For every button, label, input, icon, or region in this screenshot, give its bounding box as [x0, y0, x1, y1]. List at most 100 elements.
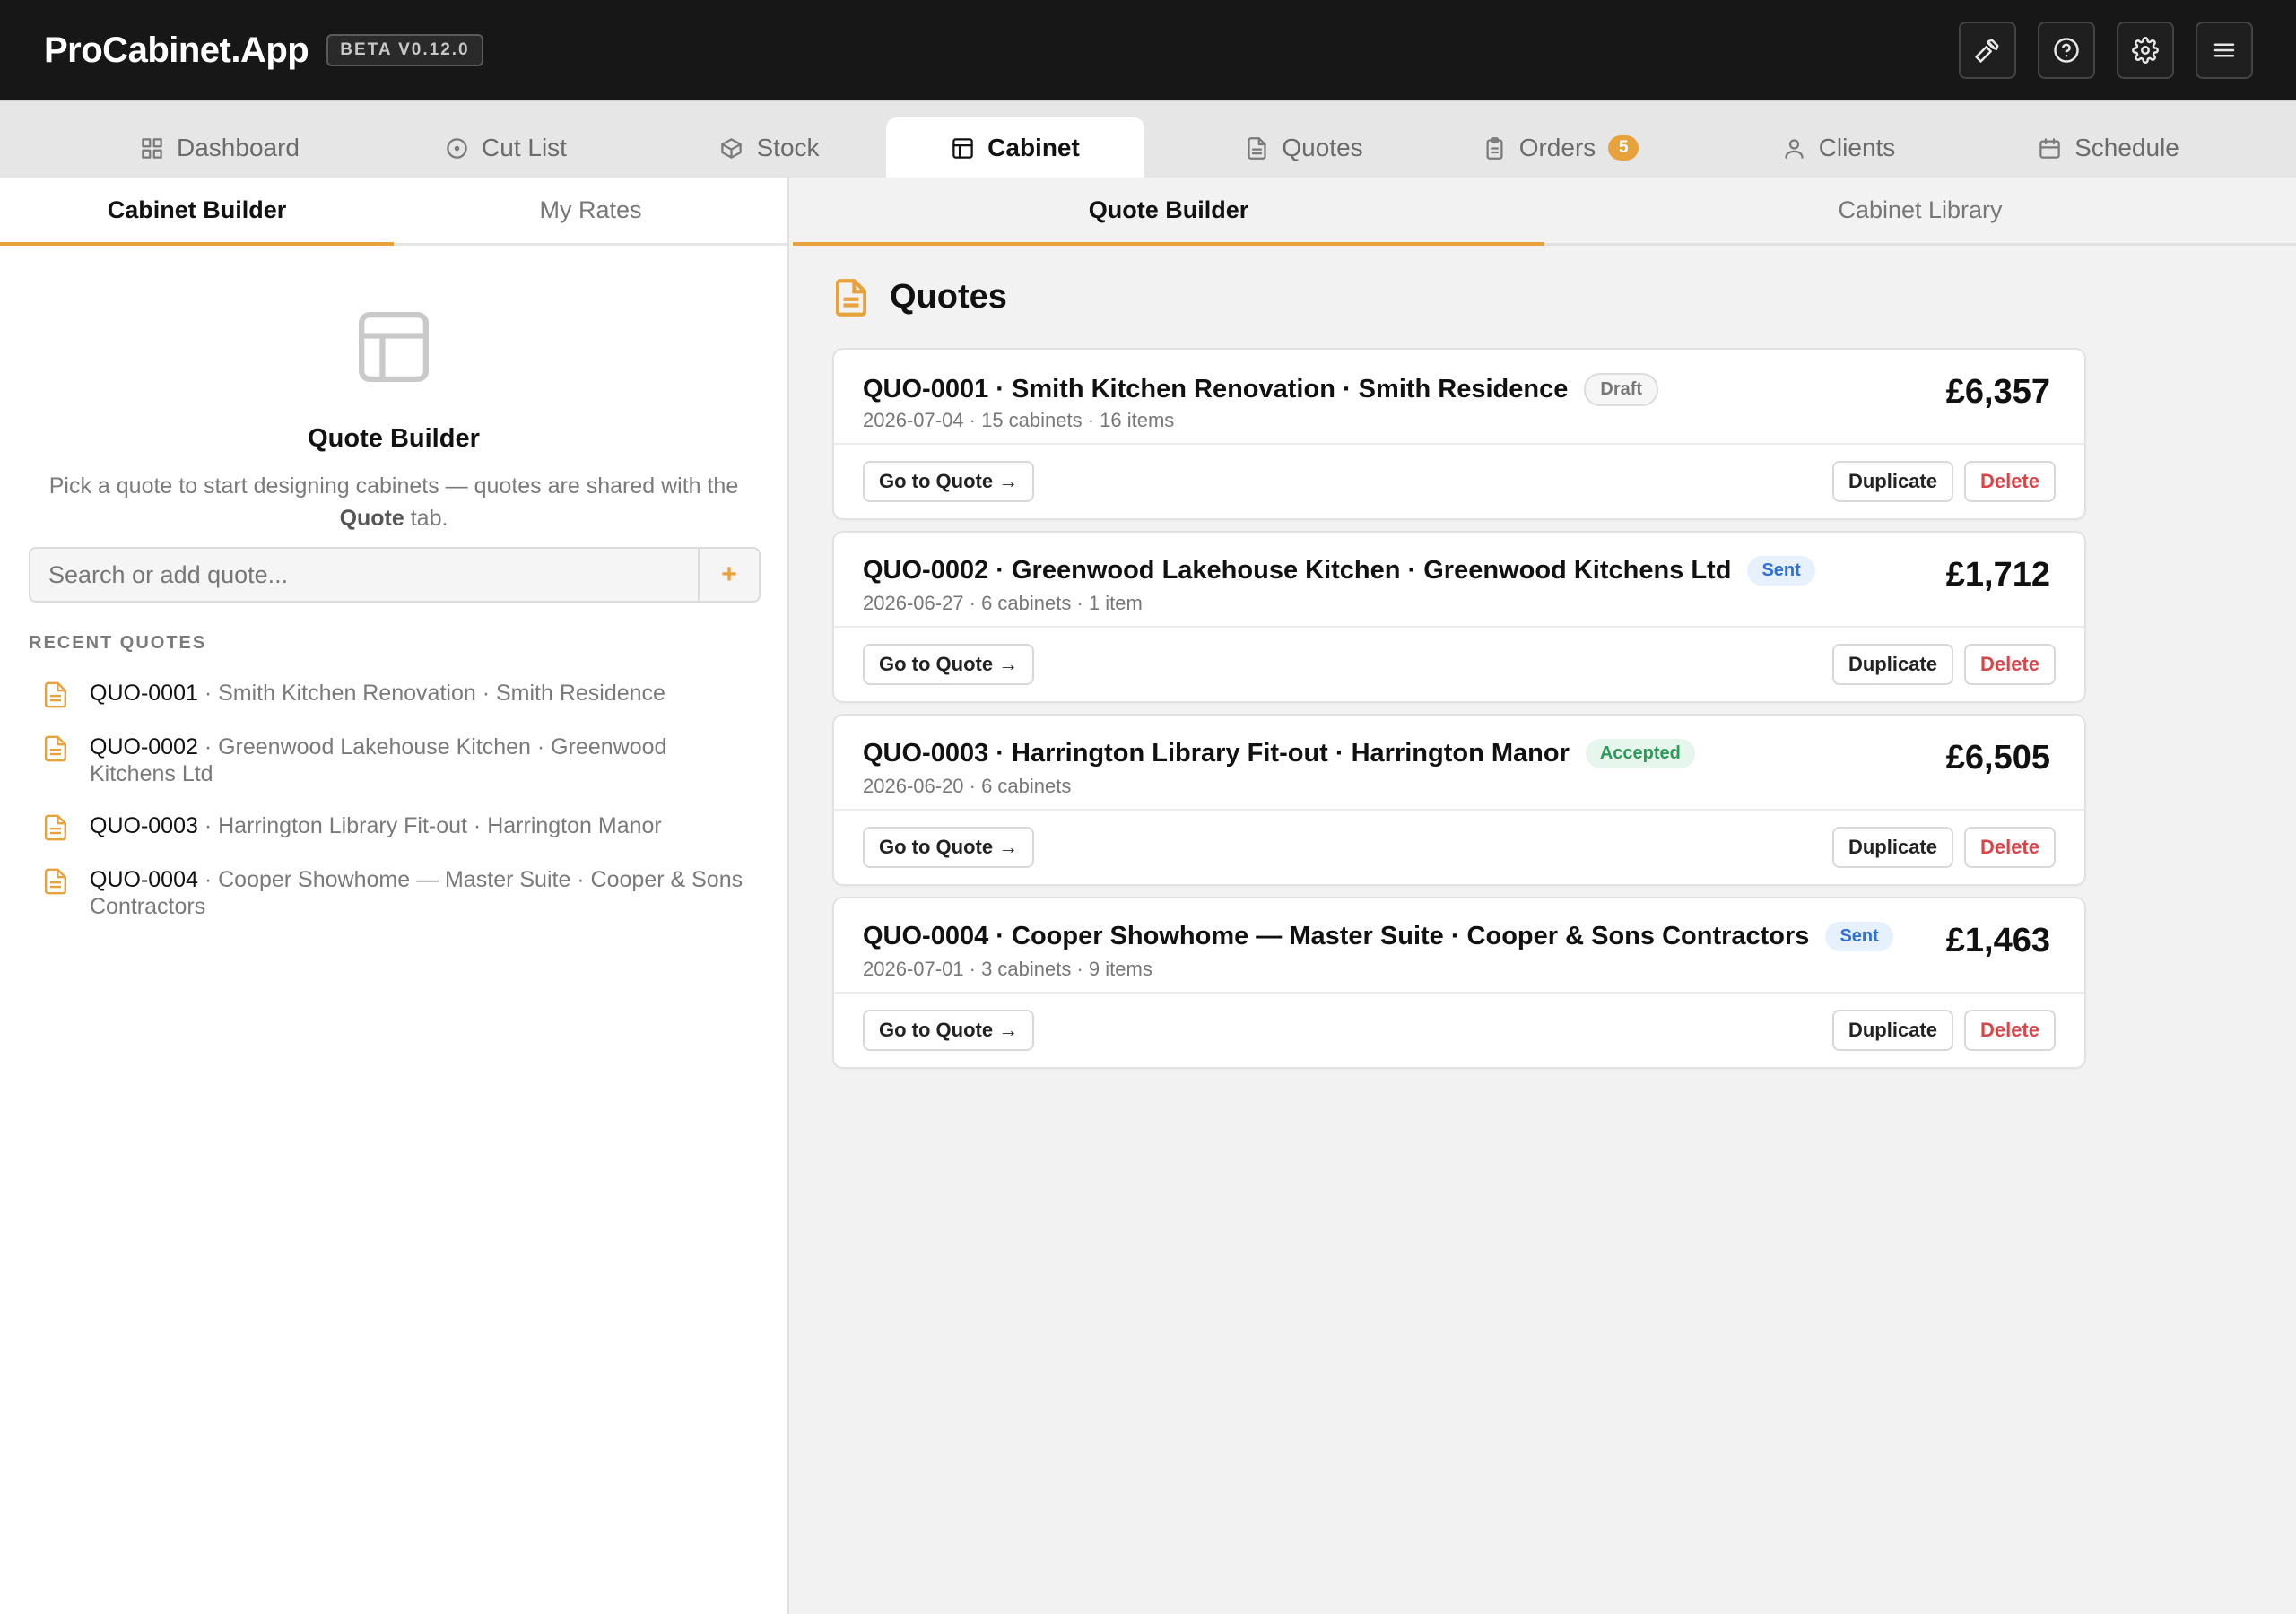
document-icon [1248, 136, 1266, 160]
document-icon [45, 868, 66, 895]
page-title: Quotes [890, 278, 1007, 316]
duplicate-button[interactable]: Duplicate [1831, 1010, 1953, 1051]
tab-label: Orders [1518, 134, 1596, 161]
status-badge: Accepted [1585, 739, 1695, 768]
delete-button[interactable]: Delete [1963, 1010, 2056, 1051]
calendar-icon [2039, 137, 2060, 159]
quote-meta: 2026-06-20 · 6 cabinets [863, 775, 1072, 797]
quote-card-header: QUO-0002 · Greenwood Lakehouse Kitchen ·… [834, 533, 2084, 628]
recent-quote-item[interactable]: QUO-0002 · Greenwood Lakehouse Kitchen ·… [45, 733, 744, 787]
go-to-quote-button[interactable]: Go to Quote → [863, 644, 1035, 685]
document-icon [45, 681, 66, 708]
quote-meta: 2026-07-01 · 3 cabinets · 9 items [863, 958, 1152, 980]
menu-button[interactable] [2196, 22, 2253, 79]
brand-logo[interactable]: ProCabinet.App [44, 30, 309, 71]
tab-orders[interactable]: Orders 5 [1453, 117, 1668, 178]
go-to-quote-button[interactable]: Go to Quote → [863, 1010, 1035, 1051]
hero-title: Quote Builder [308, 424, 480, 453]
quote-title: QUO-0003 · Harrington Library Fit-out · … [863, 739, 1570, 768]
quote-amount: £1,463 [1945, 922, 2050, 959]
tab-my-rates[interactable]: My Rates [394, 178, 787, 243]
quote-card-header: QUO-0004 · Cooper Showhome — Master Suit… [834, 898, 2084, 994]
quote-cards: QUO-0001 · Smith Kitchen Renovation · Sm… [832, 348, 2086, 1080]
search-input[interactable] [30, 549, 698, 601]
duplicate-button[interactable]: Duplicate [1831, 461, 1953, 502]
cabinet-builder-panel: Cabinet Builder My Rates Quote Builder P… [0, 178, 789, 1614]
delete-button[interactable]: Delete [1963, 461, 2056, 502]
clipboard-icon [1486, 136, 1503, 160]
version-badge: BETA V0.12.0 [326, 34, 483, 66]
grid-icon [142, 137, 162, 159]
tab-label: Schedule [2074, 134, 2179, 161]
document-icon [836, 278, 866, 317]
status-badge: Draft [1584, 373, 1659, 406]
tab-cabinet[interactable]: Cabinet [886, 117, 1144, 178]
quote-amount: £6,357 [1945, 373, 2050, 411]
quote-title: QUO-0001 · Smith Kitchen Renovation · Sm… [863, 375, 1569, 404]
duplicate-button[interactable]: Duplicate [1831, 827, 1953, 868]
target-icon [447, 137, 467, 159]
document-icon [45, 814, 66, 841]
quote-title: QUO-0004 · Cooper Showhome — Master Suit… [863, 922, 1810, 950]
quote-card: QUO-0004 · Cooper Showhome — Master Suit… [832, 897, 2086, 1069]
tab-clients[interactable]: Clients [1740, 117, 1937, 178]
gear-icon [2132, 37, 2159, 64]
top-bar: ProCabinet.App BETA V0.12.0 [0, 0, 2296, 100]
go-to-quote-button[interactable]: Go to Quote → [863, 827, 1035, 868]
recent-quote-item[interactable]: QUO-0004 · Cooper Showhome — Master Suit… [45, 866, 744, 920]
box-icon [721, 137, 743, 159]
hero-description: Pick a quote to start designing cabinets… [48, 473, 739, 531]
quotes-heading: Quotes [836, 278, 1007, 317]
recent-quotes-list: QUO-0001 · Smith Kitchen Renovation · Sm… [45, 680, 744, 945]
orders-count-badge: 5 [1608, 135, 1639, 161]
delete-button[interactable]: Delete [1963, 827, 2056, 868]
layout-icon [359, 312, 429, 382]
quote-builder-hero: Quote Builder Pick a quote to start desi… [0, 246, 787, 534]
go-to-quote-button[interactable]: Go to Quote → [863, 461, 1035, 502]
recent-quote-item[interactable]: QUO-0001 · Smith Kitchen Renovation · Sm… [45, 680, 744, 708]
quote-card-header: QUO-0001 · Smith Kitchen Renovation · Sm… [834, 350, 2084, 445]
status-badge: Sent [1825, 922, 1893, 951]
help-button[interactable] [2038, 22, 2095, 79]
quote-card: QUO-0002 · Greenwood Lakehouse Kitchen ·… [832, 531, 2086, 703]
quote-title: QUO-0002 · Greenwood Lakehouse Kitchen ·… [863, 556, 1732, 585]
quote-card: QUO-0001 · Smith Kitchen Renovation · Sm… [832, 348, 2086, 520]
tab-label: Dashboard [177, 134, 300, 161]
delete-button[interactable]: Delete [1963, 644, 2056, 685]
tab-quotes[interactable]: Quotes [1205, 117, 1403, 178]
tab-stock[interactable]: Stock [671, 117, 868, 178]
left-subtabs: Cabinet Builder My Rates [0, 178, 787, 246]
right-subtabs: Quote Builder Cabinet Library [793, 178, 2296, 246]
duplicate-button[interactable]: Duplicate [1831, 644, 1953, 685]
tab-label: Clients [1818, 134, 1896, 161]
tools-button[interactable] [1959, 22, 2016, 79]
status-badge: Sent [1747, 556, 1815, 586]
add-quote-button[interactable]: + [698, 549, 759, 601]
tab-label: Stock [756, 134, 820, 161]
help-circle-icon [2054, 38, 2079, 63]
quote-card: QUO-0003 · Harrington Library Fit-out · … [832, 714, 2086, 886]
tab-quote-builder[interactable]: Quote Builder [793, 178, 1544, 246]
layout-icon [952, 137, 973, 159]
hammer-icon [1975, 39, 1999, 63]
tab-label: Quotes [1282, 134, 1363, 161]
tab-cabinet-builder[interactable]: Cabinet Builder [0, 178, 394, 246]
settings-button[interactable] [2117, 22, 2174, 79]
quote-amount: £1,712 [1945, 556, 2050, 594]
user-icon [1785, 138, 1804, 159]
tab-label: Cut List [482, 134, 567, 161]
quote-card-header: QUO-0003 · Harrington Library Fit-out · … [834, 716, 2084, 811]
recent-quotes-heading: RECENT QUOTES [29, 633, 207, 653]
recent-quote-item[interactable]: QUO-0003 · Harrington Library Fit-out · … [45, 812, 744, 841]
quote-meta: 2026-07-04 · 15 cabinets · 16 items [863, 409, 1175, 431]
tab-cut-list[interactable]: Cut List [386, 117, 626, 178]
tab-cabinet-library[interactable]: Cabinet Library [1544, 178, 2296, 243]
quote-search: + [29, 547, 761, 603]
hamburger-menu-icon [2213, 43, 2235, 57]
document-icon [45, 735, 66, 762]
tab-schedule[interactable]: Schedule [1991, 117, 2226, 178]
top-actions [1959, 22, 2253, 79]
main-nav: Dashboard Cut List Stock Cabinet Quotes … [0, 100, 2296, 178]
tab-dashboard[interactable]: Dashboard [104, 117, 335, 178]
quote-builder-panel: Quote Builder Cabinet Library Quotes QUO… [793, 178, 2296, 1614]
